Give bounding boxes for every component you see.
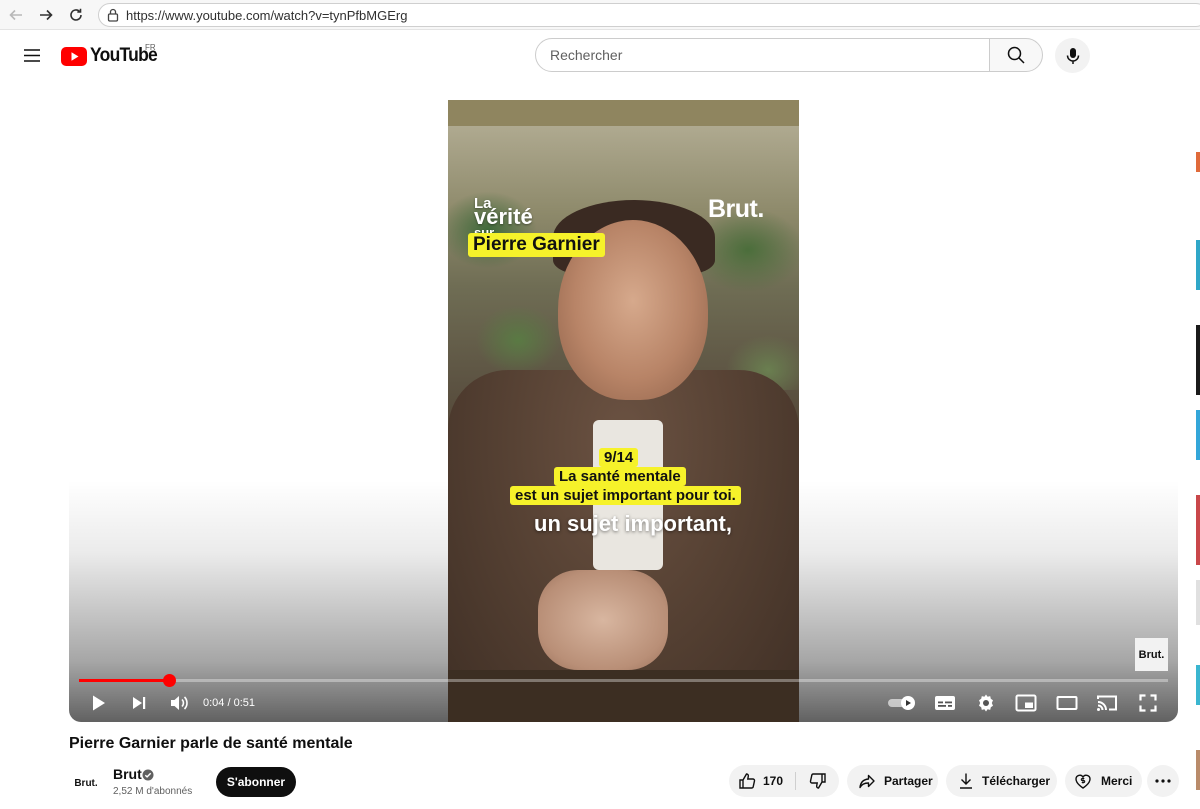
menu-icon[interactable] [21,44,45,68]
search-input[interactable] [536,39,989,71]
play-button[interactable] [88,692,110,714]
share-button[interactable]: Partager [847,765,938,797]
microphone-icon [1066,47,1079,64]
overlay-caption-line1: La santé mentale [554,467,686,486]
miniplayer-button[interactable] [1014,692,1038,714]
theater-mode-icon [1056,696,1078,710]
next-icon [133,697,146,709]
lock-icon [107,8,119,27]
youtube-header: YouTube FR [0,31,1200,81]
progress-played [79,679,170,682]
super-thanks-icon [1074,772,1092,790]
search-icon [1007,46,1025,64]
fullscreen-icon [1139,694,1157,712]
reload-icon[interactable] [65,4,87,26]
overlay-caption-line2: est un sujet important pour toi. [510,486,741,505]
time-display: 0:04 / 0:51 [203,697,255,709]
subscriber-count: 2,52 M d'abonnés [113,786,193,797]
share-icon [858,772,876,790]
settings-button[interactable] [974,692,998,714]
subtitles-icon [935,696,955,710]
gear-icon [979,694,993,712]
overlay-subtitle: un sujet important, [534,511,732,536]
channel-avatar[interactable]: Brut. [69,766,103,800]
video-title: Pierre Garnier parle de santé mentale [69,735,353,752]
share-label: Partager [884,774,933,788]
fullscreen-button[interactable] [1136,692,1160,714]
search-button[interactable] [989,38,1043,72]
youtube-logo[interactable]: YouTube FR [61,43,163,67]
autoplay-toggle-icon [888,696,915,710]
download-label: Télécharger [982,774,1051,788]
volume-icon [171,696,188,710]
cast-button[interactable] [1095,692,1119,714]
video-player[interactable]: La vérité sur Pierre Garnier Brut. 9/14 … [69,100,1178,722]
play-icon [93,695,105,711]
download-icon [958,772,974,790]
subtitles-button[interactable] [933,692,957,714]
thanks-button[interactable]: Merci [1065,765,1142,797]
verified-badge-icon [142,768,154,781]
search-box[interactable] [535,38,990,72]
youtube-play-logo-icon [61,46,87,66]
channel-watermark-badge[interactable]: Brut. [1135,638,1168,671]
address-bar[interactable]: https://www.youtube.com/watch?v=tynPfbMG… [98,3,1200,27]
autoplay-toggle[interactable] [887,692,917,714]
overlay-name: Pierre Garnier [468,233,605,257]
cast-icon [1097,695,1117,711]
like-count: 170 [763,774,784,788]
thumbs-down-icon [809,772,827,790]
download-button[interactable]: Télécharger [946,765,1057,797]
more-actions-button[interactable] [1147,765,1179,797]
back-icon[interactable] [5,4,27,26]
voice-search-button[interactable] [1055,38,1090,73]
brut-watermark: Brut. [708,195,764,223]
progress-bar[interactable] [79,674,1168,687]
subscribe-button[interactable]: S'abonner [216,767,296,797]
country-code: FR [145,43,156,52]
browser-toolbar: https://www.youtube.com/watch?v=tynPfbMG… [0,0,1200,30]
video-frame[interactable]: La vérité sur Pierre Garnier Brut. 9/14 … [448,100,799,722]
volume-button[interactable] [167,692,191,714]
thanks-label: Merci [1101,774,1133,788]
channel-name[interactable]: Brut [113,766,142,782]
dislike-button[interactable] [796,765,839,797]
next-button[interactable] [128,692,150,714]
thumbs-up-icon [738,772,756,790]
theater-mode-button[interactable] [1055,692,1079,714]
like-dislike-group: 170 [729,765,839,797]
overlay-counter: 9/14 [599,448,639,467]
miniplayer-icon [1015,694,1037,712]
url-text: https://www.youtube.com/watch?v=tynPfbMG… [126,8,408,23]
more-horizontal-icon [1155,779,1171,783]
like-button[interactable]: 170 [729,765,795,797]
side-panel-edge [1192,0,1200,809]
forward-icon[interactable] [35,4,57,26]
